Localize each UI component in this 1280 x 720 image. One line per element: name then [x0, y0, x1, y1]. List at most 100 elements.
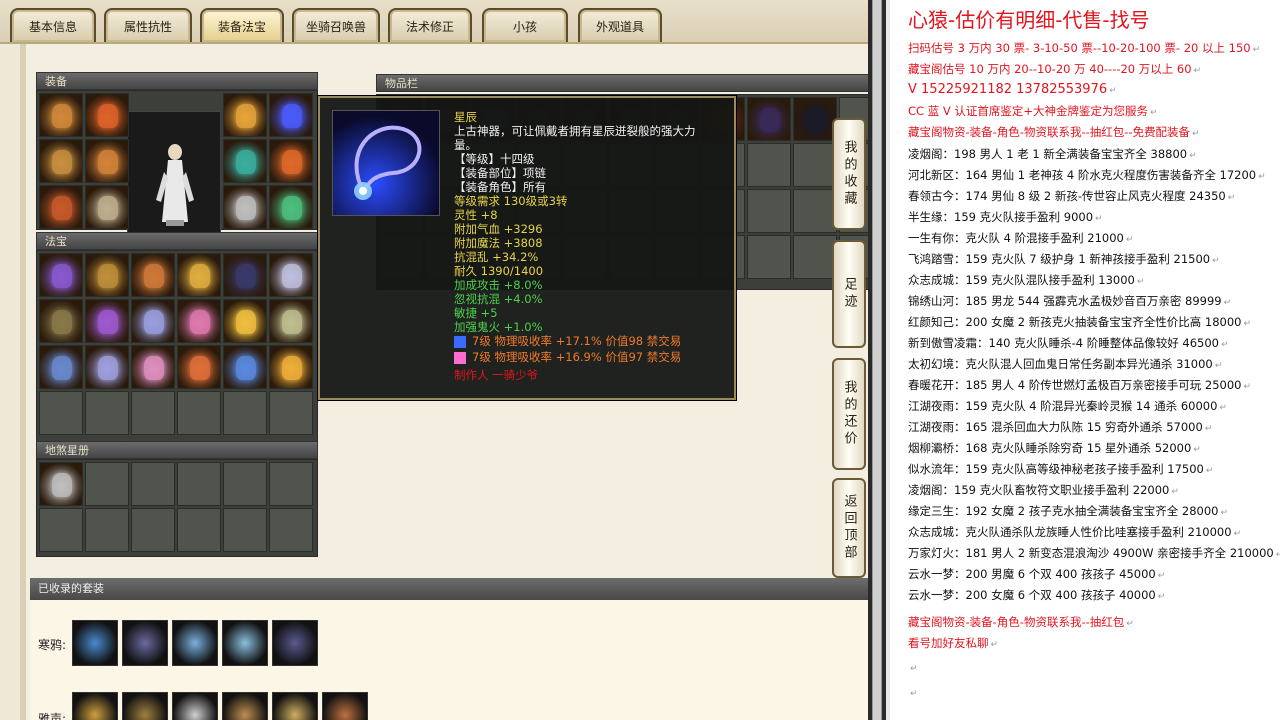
item-slot[interactable] [177, 345, 221, 389]
item-slot[interactable] [269, 253, 313, 297]
empty-slot[interactable] [131, 391, 175, 435]
empty-slot[interactable] [269, 508, 313, 552]
item-slot[interactable] [269, 345, 313, 389]
item-slot[interactable] [39, 253, 83, 297]
equipment-slot[interactable] [223, 93, 267, 137]
tab-4[interactable]: 坐骑召唤兽 [292, 8, 380, 42]
equipment-slot[interactable] [269, 185, 313, 229]
price-line: 锦绣山河：185 男龙 544 强霹克水孟极妙音百万亲密 89999 ↵ [908, 293, 1231, 309]
empty-slot[interactable] [747, 235, 791, 279]
separator [886, 0, 890, 720]
empty-slot[interactable] [177, 391, 221, 435]
return-mark-icon: ↵ [1157, 592, 1166, 602]
tab-3[interactable]: 装备法宝 [200, 8, 284, 42]
item-slot[interactable] [223, 299, 267, 343]
equipment-slot[interactable] [85, 139, 129, 183]
empty-slot[interactable] [85, 391, 129, 435]
split-divider[interactable] [868, 0, 886, 720]
return-mark-icon: ↵ [1192, 129, 1200, 139]
suit-item[interactable] [122, 620, 168, 666]
tab-6[interactable]: 小孩 [482, 8, 568, 42]
empty-slot[interactable] [131, 508, 175, 552]
collected-suits: 已收录的套装 寒鸦: 雅声: [30, 578, 868, 720]
tab-7[interactable]: 外观道具 [578, 8, 662, 42]
empty-slot[interactable] [747, 189, 791, 233]
side-button-3[interactable]: 我的还价 [832, 358, 866, 470]
price-line-text: 众志成城：克火队通杀队龙族睡人性价比哇塞接手盈利 210000 [908, 525, 1232, 539]
empty-slot[interactable] [269, 462, 313, 506]
equipment-slot[interactable] [223, 139, 267, 183]
suit-item[interactable] [322, 692, 368, 720]
equipment-slot[interactable] [39, 139, 83, 183]
item-slot[interactable] [131, 299, 175, 343]
side-button-4[interactable]: 返回顶部 [832, 478, 866, 578]
item-slot[interactable] [177, 253, 221, 297]
side-button-2[interactable]: 足迹 [832, 240, 866, 348]
equipment-slot[interactable] [85, 185, 129, 229]
equipment-slot[interactable] [269, 139, 313, 183]
price-line: 凌烟阁：198 男人 1 老 1 新全满装备宝宝齐全 38800 ↵ [908, 146, 1197, 162]
empty-slot[interactable] [793, 189, 837, 233]
price-line-text: 凌烟阁：198 男人 1 老 1 新全满装备宝宝齐全 38800 [908, 147, 1188, 161]
item-level: 【等级】十四级 [454, 152, 535, 166]
equipment-slot[interactable] [39, 93, 83, 137]
empty-slot[interactable] [747, 143, 791, 187]
empty-slot[interactable] [131, 462, 175, 506]
empty-slot[interactable] [85, 508, 129, 552]
item-slot[interactable] [85, 299, 129, 343]
empty-slot[interactable] [269, 391, 313, 435]
empty-slot[interactable] [177, 508, 221, 552]
equipment-slot[interactable] [223, 185, 267, 229]
item-slot[interactable] [131, 345, 175, 389]
return-mark-icon: ↵ [1275, 550, 1280, 560]
price-line-text: 新到傲雪凌霜：140 克火队睡杀-4 阶睡整体品像较好 46500 [908, 336, 1219, 350]
empty-slot[interactable] [793, 235, 837, 279]
suit-item[interactable] [122, 692, 168, 720]
empty-slot[interactable] [39, 508, 83, 552]
empty-slot[interactable] [223, 462, 267, 506]
price-line: ↵ [908, 685, 918, 699]
divider-bar[interactable] [872, 0, 882, 720]
item-slot[interactable] [177, 299, 221, 343]
suit-item[interactable] [222, 692, 268, 720]
empty-slot[interactable] [85, 462, 129, 506]
item-slot[interactable] [85, 345, 129, 389]
suit-item[interactable] [72, 620, 118, 666]
character-portrait [127, 111, 221, 245]
suit-item[interactable] [72, 692, 118, 720]
item-slot[interactable] [39, 345, 83, 389]
empty-slot[interactable] [793, 143, 837, 187]
equipment-slot[interactable] [269, 93, 313, 137]
equipment-slot[interactable] [39, 185, 83, 229]
suit-item[interactable] [172, 692, 218, 720]
equipment-slot[interactable] [85, 93, 129, 137]
item-slot[interactable] [223, 345, 267, 389]
suit-item[interactable] [222, 620, 268, 666]
equipment-grid [36, 90, 318, 245]
gem-2-text: 7级 物理吸收率 +16.9% 价值97 禁交易 [472, 350, 682, 364]
item-slot[interactable] [131, 253, 175, 297]
item-kanghunluan: 抗混乱 +34.2% [454, 250, 539, 264]
suit-item[interactable] [172, 620, 218, 666]
empty-slot[interactable] [223, 508, 267, 552]
item-slot[interactable] [269, 299, 313, 343]
item-gem-2: 7级 物理吸收率 +16.9% 价值97 禁交易 [454, 350, 681, 364]
price-line-text: 红颜知己：200 女魔 2 新孩克火抽装备宝宝齐全性价比高 18000 [908, 315, 1242, 329]
item-slot[interactable] [39, 462, 83, 506]
item-slot[interactable] [39, 299, 83, 343]
empty-slot[interactable] [223, 391, 267, 435]
price-list-panel: 心猿-估价有明细-代售-找号 扫码估号 3 万内 30 票- 3-10-50 票… [886, 0, 1280, 720]
side-button-1[interactable]: 我的收藏 [832, 118, 866, 230]
tab-1[interactable]: 基本信息 [10, 8, 96, 42]
item-slot[interactable] [793, 97, 837, 141]
tab-2[interactable]: 属性抗性 [104, 8, 192, 42]
tab-5[interactable]: 法术修正 [388, 8, 472, 42]
suit-item[interactable] [272, 620, 318, 666]
empty-slot[interactable] [177, 462, 221, 506]
price-line: 江湖夜雨：159 克火队 4 阶混异光秦岭灵猴 14 通杀 60000 ↵ [908, 398, 1227, 414]
empty-slot[interactable] [39, 391, 83, 435]
item-slot[interactable] [747, 97, 791, 141]
item-slot[interactable] [85, 253, 129, 297]
suit-item[interactable] [272, 692, 318, 720]
item-slot[interactable] [223, 253, 267, 297]
